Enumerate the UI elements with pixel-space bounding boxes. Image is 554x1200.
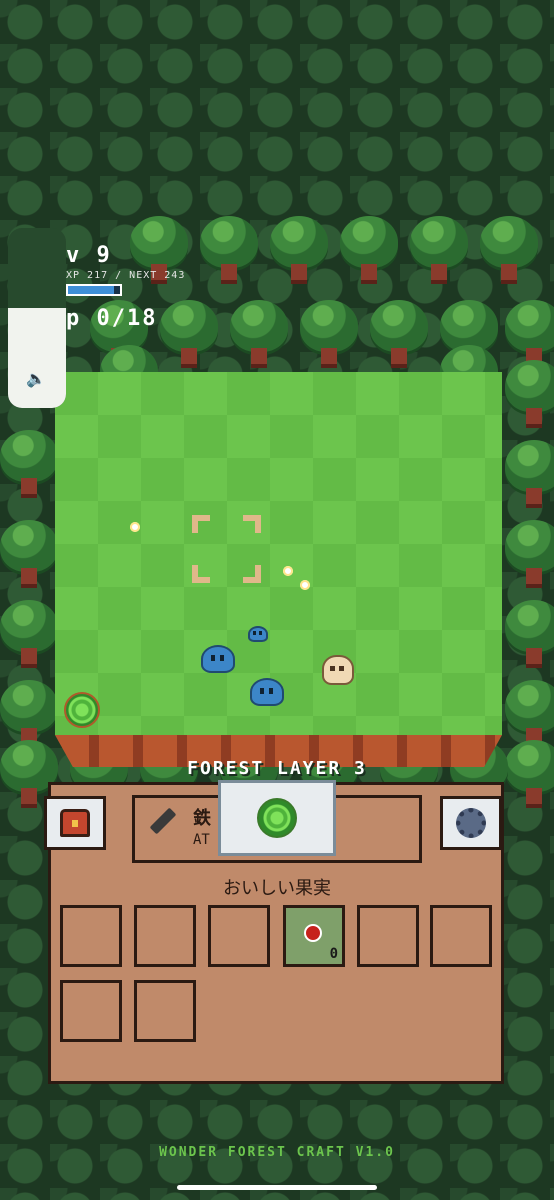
anvil-corner-top-left[interactable] (192, 515, 210, 533)
portal-icon (257, 798, 297, 838)
inventory-slot[interactable] (134, 980, 196, 1042)
slot-count: 0 (329, 946, 338, 962)
selected-item-button[interactable] (218, 780, 336, 856)
inventory-slot[interactable] (430, 905, 492, 967)
tree (0, 520, 58, 592)
tree (340, 216, 398, 288)
chest-icon (60, 809, 90, 837)
tree (505, 600, 554, 672)
sword-icon (149, 807, 177, 835)
inventory-slot[interactable] (60, 905, 122, 967)
volume-level (8, 308, 66, 408)
anvil-corner-bottom-left[interactable] (192, 565, 210, 583)
category-label: おいしい果実 (223, 878, 331, 899)
layer-title: FOREST LAYER 3 (187, 758, 367, 779)
exp-bar (66, 284, 122, 296)
anvil-corner-top-right[interactable] (243, 515, 261, 533)
tree (300, 300, 358, 372)
speaker-icon: 🔈 (26, 369, 46, 388)
weapon-name: 鉄 (193, 808, 211, 829)
inventory-slot[interactable] (357, 905, 419, 967)
inventory-slot[interactable]: 0 (283, 905, 345, 967)
exp-bar-fill (68, 286, 115, 294)
tree (370, 300, 428, 372)
weapon-attack-label: AT (193, 832, 210, 848)
tree (505, 520, 554, 592)
play-field[interactable] (55, 372, 502, 735)
level-label: v 9 (66, 243, 112, 268)
flower-icon[interactable] (283, 566, 293, 576)
tree (270, 216, 328, 288)
gear-icon (456, 808, 486, 838)
tree (160, 300, 218, 372)
portal-icon[interactable] (64, 692, 100, 728)
skull-enemy[interactable] (322, 655, 354, 685)
version-label: WONDER FOREST CRAFT V1.0 (159, 1145, 395, 1160)
tree (0, 600, 58, 672)
flower-icon[interactable] (300, 580, 310, 590)
settings-button[interactable] (440, 796, 502, 850)
exp-label: XP 217 / NEXT 243 (66, 270, 186, 281)
inventory-slot[interactable] (134, 905, 196, 967)
berry-icon (304, 924, 322, 942)
home-indicator[interactable] (177, 1185, 377, 1190)
inventory-button[interactable] (44, 796, 106, 850)
inventory-slot[interactable] (60, 980, 122, 1042)
slime-enemy[interactable] (250, 678, 284, 706)
tree (200, 216, 258, 288)
tree (505, 360, 554, 432)
flower-icon[interactable] (130, 522, 140, 532)
tree (0, 430, 58, 502)
tree (480, 216, 538, 288)
anvil-corner-bottom-right[interactable] (243, 565, 261, 583)
slime-enemy[interactable] (201, 645, 235, 673)
hp-label: p 0/18 (66, 306, 158, 331)
tree (505, 440, 554, 512)
inventory-slot[interactable] (208, 905, 270, 967)
slime-enemy-small[interactable] (248, 626, 268, 642)
tree (410, 216, 468, 288)
tree (230, 300, 288, 372)
